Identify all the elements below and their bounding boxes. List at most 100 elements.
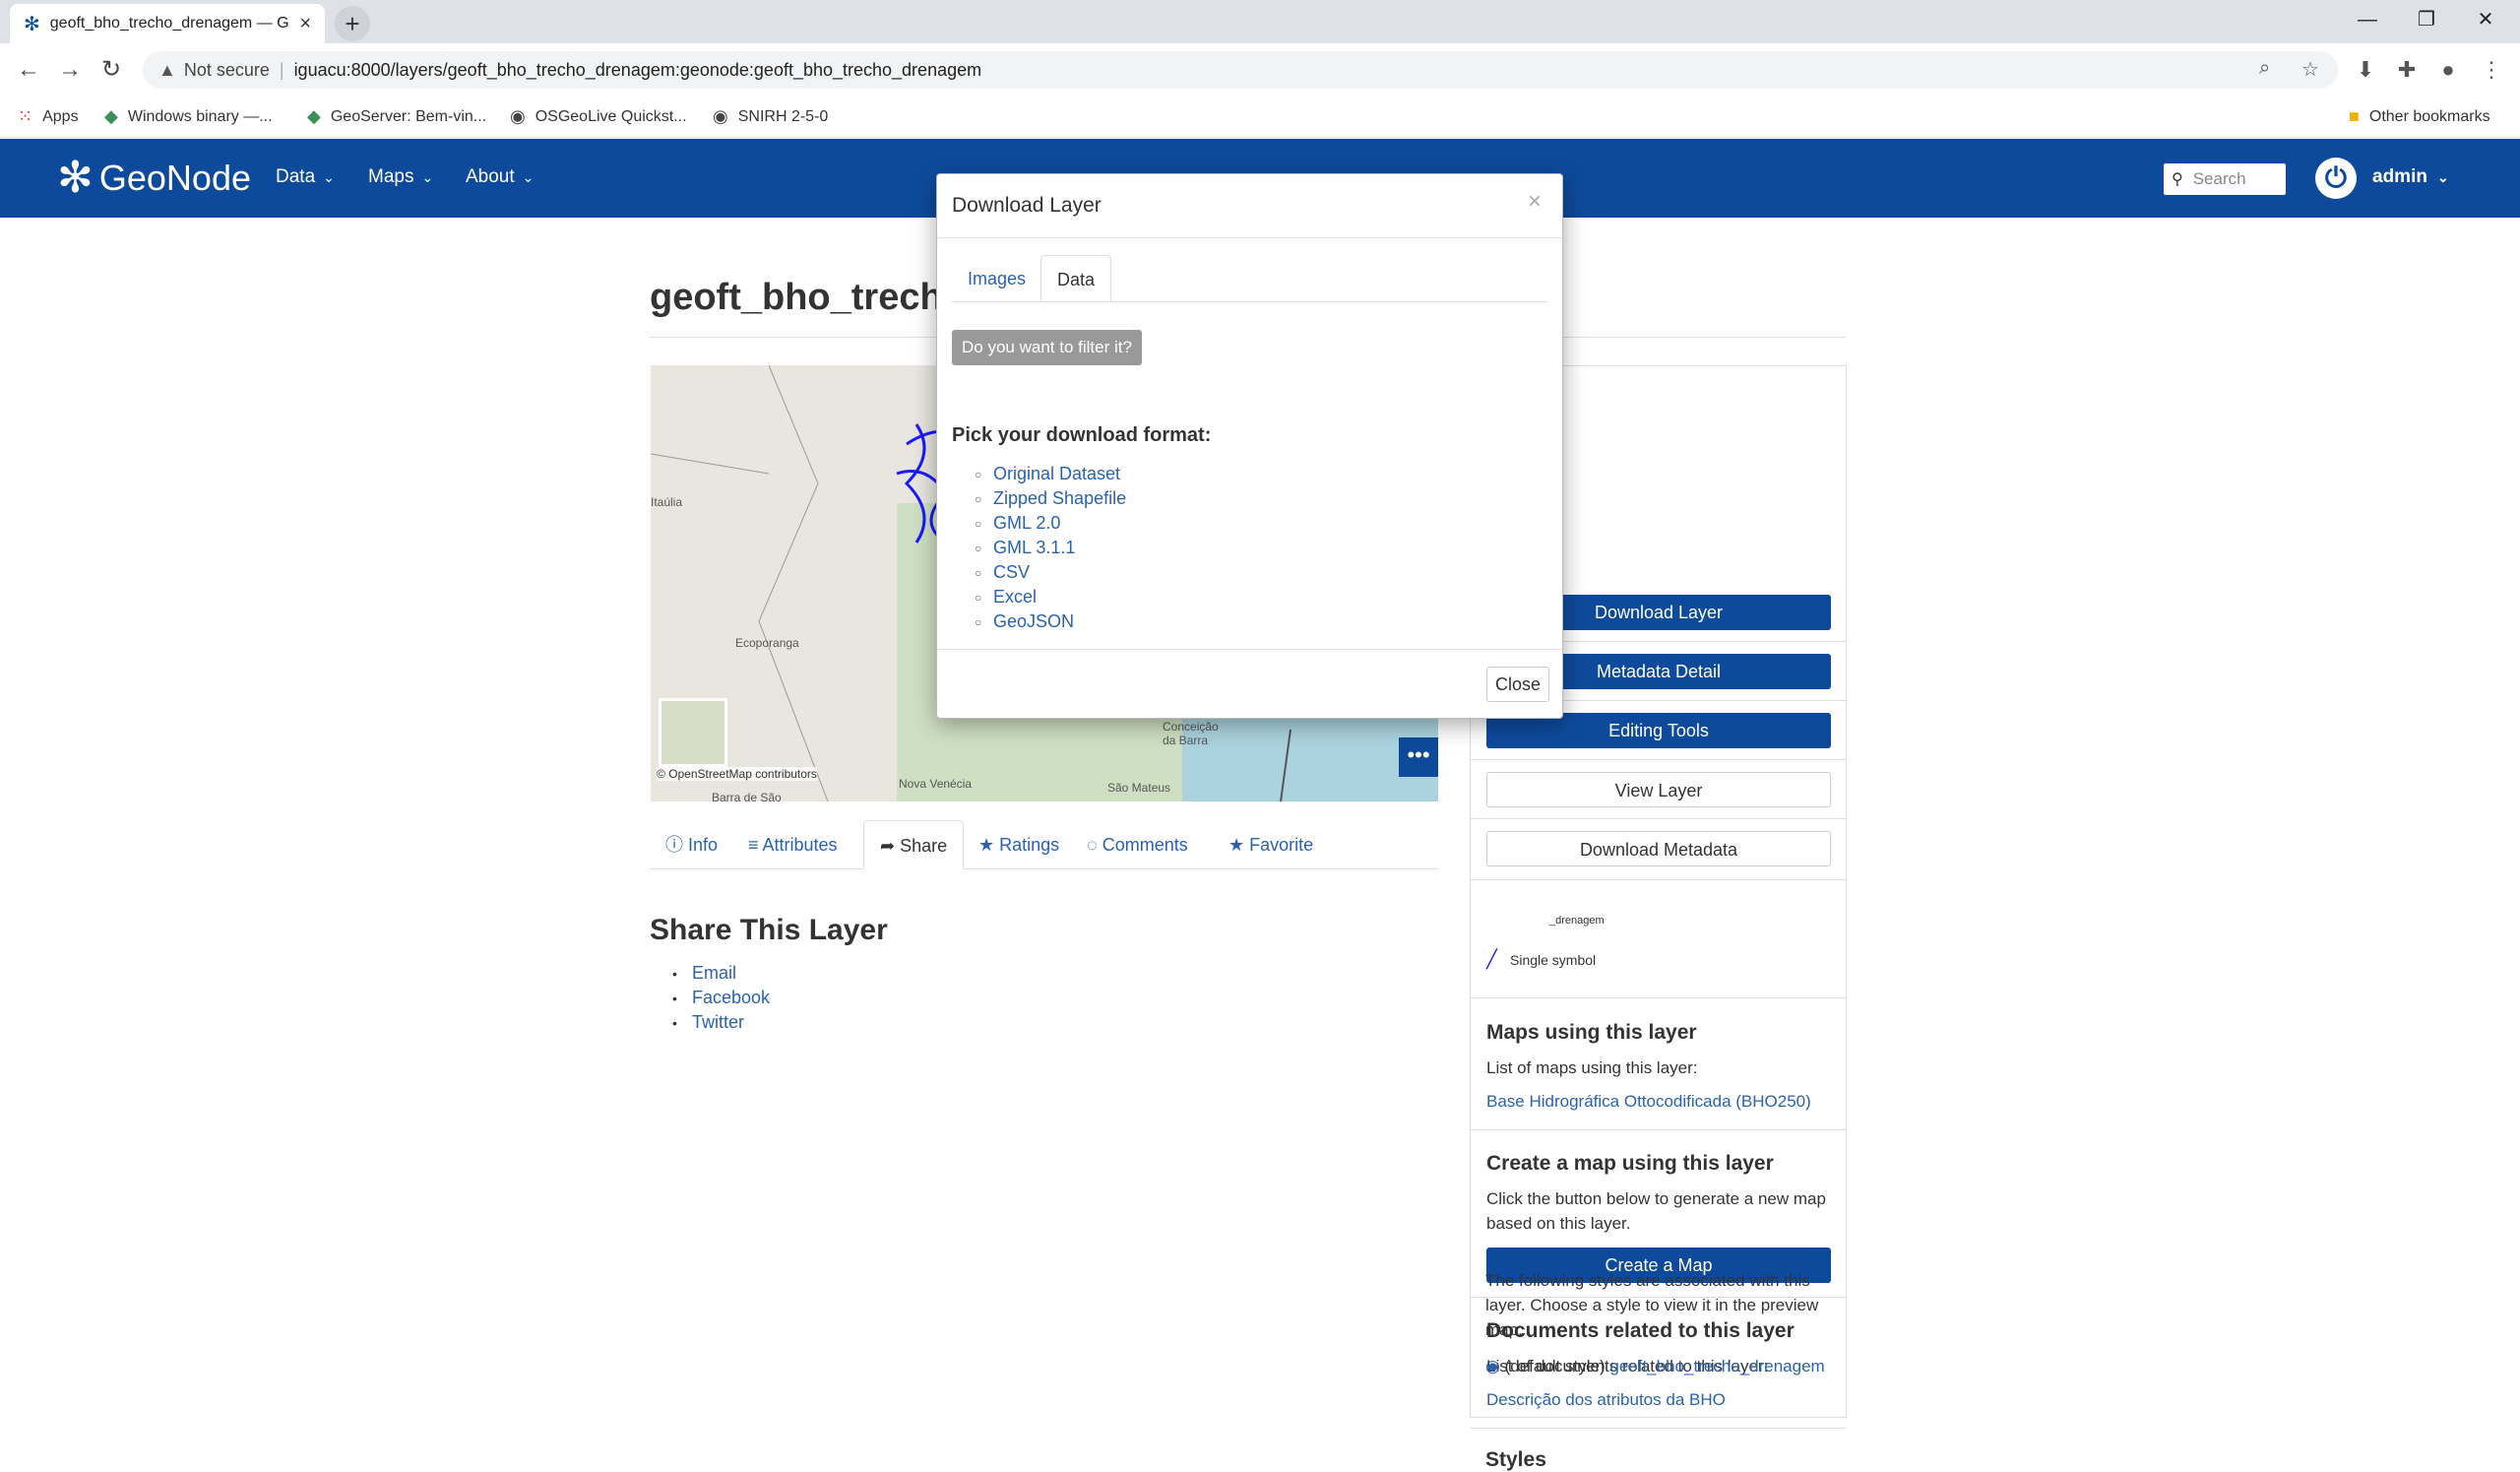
nav-data-label: Data	[276, 166, 316, 187]
bookmark-label: OSGeoLive Quickst...	[535, 107, 687, 125]
browser-menu-icon[interactable]: ⋮	[2477, 55, 2506, 85]
line-symbol-icon: ╱	[1486, 949, 1497, 969]
divider	[1471, 1428, 1846, 1429]
share-title: Share This Layer	[650, 914, 888, 946]
divider	[1471, 818, 1846, 819]
maps-link[interactable]: Base Hidrográfica Ottocodificada (BHO250…	[1486, 1092, 1811, 1112]
apps-grid-icon: ⁙	[18, 106, 33, 126]
download-extension-icon[interactable]: ⬇	[2351, 55, 2380, 85]
view-layer-button[interactable]: View Layer	[1486, 772, 1831, 807]
bookmark-other[interactable]: ■ Other bookmarks	[2349, 106, 2490, 127]
map-place-label: São Mateus	[1107, 781, 1171, 795]
brand-name: GeoNode	[98, 157, 251, 198]
username-label: admin	[2372, 166, 2427, 187]
styles-heading: Styles	[1485, 1448, 1546, 1471]
profile-icon[interactable]: ●	[2433, 55, 2463, 85]
maps-heading: Maps using this layer	[1486, 1021, 1697, 1044]
url-text[interactable]: iguacu:8000/layers/geoft_bho_trecho_dren…	[294, 60, 982, 81]
map-place-label: Itaúlia	[651, 495, 683, 509]
map-place-label: Barra de São	[712, 791, 782, 801]
tab-images[interactable]: Images	[952, 255, 1041, 302]
nav-maps-menu[interactable]: Maps ⌄	[368, 166, 433, 188]
forward-icon[interactable]: →	[53, 53, 87, 87]
bookmark-osgeolive[interactable]: ◉ OSGeoLive Quickst...	[510, 106, 687, 127]
bookmark-label: Windows binary —...	[127, 107, 273, 125]
browser-tab[interactable]: ✻ geoft_bho_trecho_drenagem — G ×	[10, 4, 325, 43]
close-icon[interactable]: ×	[1528, 188, 1542, 216]
close-window-icon[interactable]: ✕	[2461, 4, 2510, 35]
reload-icon[interactable]: ↻	[94, 53, 128, 87]
new-tab-button[interactable]: +	[335, 6, 370, 41]
tab-data[interactable]: Data	[1040, 255, 1112, 302]
tab-share[interactable]: ➦ Share	[863, 820, 965, 869]
nav-about-menu[interactable]: About ⌄	[466, 166, 534, 188]
tab-comments[interactable]: ◌ Comments	[1071, 820, 1204, 869]
close-button[interactable]: Close	[1486, 667, 1549, 702]
user-menu[interactable]: admin ⌄	[2372, 166, 2449, 188]
map-more-options-button[interactable]: •••	[1399, 737, 1438, 777]
bookmark-apps[interactable]: ⁙ Apps	[18, 106, 79, 127]
restore-icon[interactable]: ❐	[2402, 4, 2451, 35]
url-omnibox[interactable]: ▲ Not secure | iguacu:8000/layers/geoft_…	[143, 51, 2338, 89]
chevron-down-icon: ⌄	[421, 169, 434, 185]
address-bar-row: ← → ↻ ▲ Not secure | iguacu:8000/layers/…	[0, 43, 2520, 96]
documents-link[interactable]: Descrição dos atributos da BHO	[1486, 1390, 1726, 1410]
tab-ratings-label: Ratings	[999, 835, 1060, 855]
format-zipped-shapefile-link[interactable]: Zipped Shapefile	[993, 488, 1126, 509]
bullet: •	[672, 1015, 677, 1031]
bookmarks-bar: ⁙ Apps ◆ Windows binary —... ◆ GeoServer…	[0, 96, 2520, 138]
map-place-label: Ecoporanga	[735, 636, 799, 650]
tab-share-label: Share	[900, 836, 948, 856]
bookmark-star-icon[interactable]: ☆	[2301, 57, 2319, 82]
default-style-option[interactable]: ◉ (default style) geoft_bho_trecho_drena…	[1485, 1357, 1825, 1376]
geonode-logo[interactable]: ✻ GeoNode	[57, 153, 251, 203]
tab-info[interactable]: ⓘ Info	[650, 820, 733, 869]
format-geojson-link[interactable]: GeoJSON	[993, 611, 1074, 632]
bookmark-geoserver[interactable]: ◆ GeoServer: Bem-vin...	[307, 106, 486, 127]
modal-header-divider	[937, 237, 1562, 238]
bullet: ○	[975, 468, 982, 481]
info-icon: ⓘ	[665, 835, 689, 855]
back-icon[interactable]: ←	[12, 53, 45, 87]
format-excel-link[interactable]: Excel	[993, 587, 1037, 608]
tab-favorite[interactable]: ★ Favorite	[1213, 820, 1329, 869]
geoserver-icon: ◆	[104, 106, 118, 126]
zoom-icon[interactable]: ⌕	[2259, 57, 2270, 80]
default-style-link[interactable]: geoft_bho_trecho_drenagem	[1609, 1357, 1824, 1376]
maps-text: List of maps using this layer:	[1486, 1058, 1698, 1077]
bullet: ○	[975, 566, 982, 580]
extensions-puzzle-icon[interactable]: ✚	[2392, 55, 2422, 85]
map-place-label: Nova Venécia	[899, 777, 973, 791]
bookmark-label: SNIRH 2-5-0	[737, 107, 829, 125]
format-gml2-link[interactable]: GML 2.0	[993, 513, 1060, 534]
share-facebook-link[interactable]: Facebook	[692, 988, 770, 1008]
map-attribution[interactable]: © OpenStreetMap contributors	[657, 767, 817, 781]
tab-info-label: Info	[688, 835, 719, 855]
close-tab-icon[interactable]: ×	[299, 13, 311, 35]
bookmark-windows-binary[interactable]: ◆ Windows binary —...	[104, 106, 273, 127]
filter-button[interactable]: Do you want to filter it?	[952, 330, 1142, 365]
download-metadata-button[interactable]: Download Metadata	[1486, 831, 1831, 866]
search-input[interactable]: ⚲ Search	[2164, 163, 2286, 195]
format-csv-link[interactable]: CSV	[993, 562, 1030, 583]
bookmark-snirh[interactable]: ◉ SNIRH 2-5-0	[713, 106, 828, 127]
tab-comments-label: Comments	[1102, 835, 1188, 855]
radio-selected-icon[interactable]: ◉	[1485, 1357, 1500, 1376]
format-original-dataset-link[interactable]: Original Dataset	[993, 464, 1120, 484]
map-place-label: Conceição da Barra	[1163, 720, 1219, 747]
user-avatar-icon[interactable]: ⏻	[2315, 158, 2357, 199]
geonode-logo-icon: ✻	[57, 154, 94, 202]
modal-title: Download Layer	[952, 194, 1102, 217]
share-email-link[interactable]: Email	[692, 963, 736, 984]
divider	[1471, 997, 1846, 998]
format-gml311-link[interactable]: GML 3.1.1	[993, 538, 1075, 558]
bullet: ○	[975, 542, 982, 555]
tab-attributes[interactable]: ≡ Attributes	[732, 820, 853, 869]
basemap-switcher-thumbnail[interactable]	[659, 698, 727, 767]
globe-icon: ◉	[713, 106, 728, 126]
share-twitter-link[interactable]: Twitter	[692, 1012, 744, 1033]
browser-tab-title: geoft_bho_trecho_drenagem — G	[49, 15, 289, 32]
tab-ratings[interactable]: ★ Ratings	[963, 820, 1075, 869]
minimize-icon[interactable]: —	[2343, 4, 2392, 35]
nav-data-menu[interactable]: Data ⌄	[276, 166, 335, 188]
